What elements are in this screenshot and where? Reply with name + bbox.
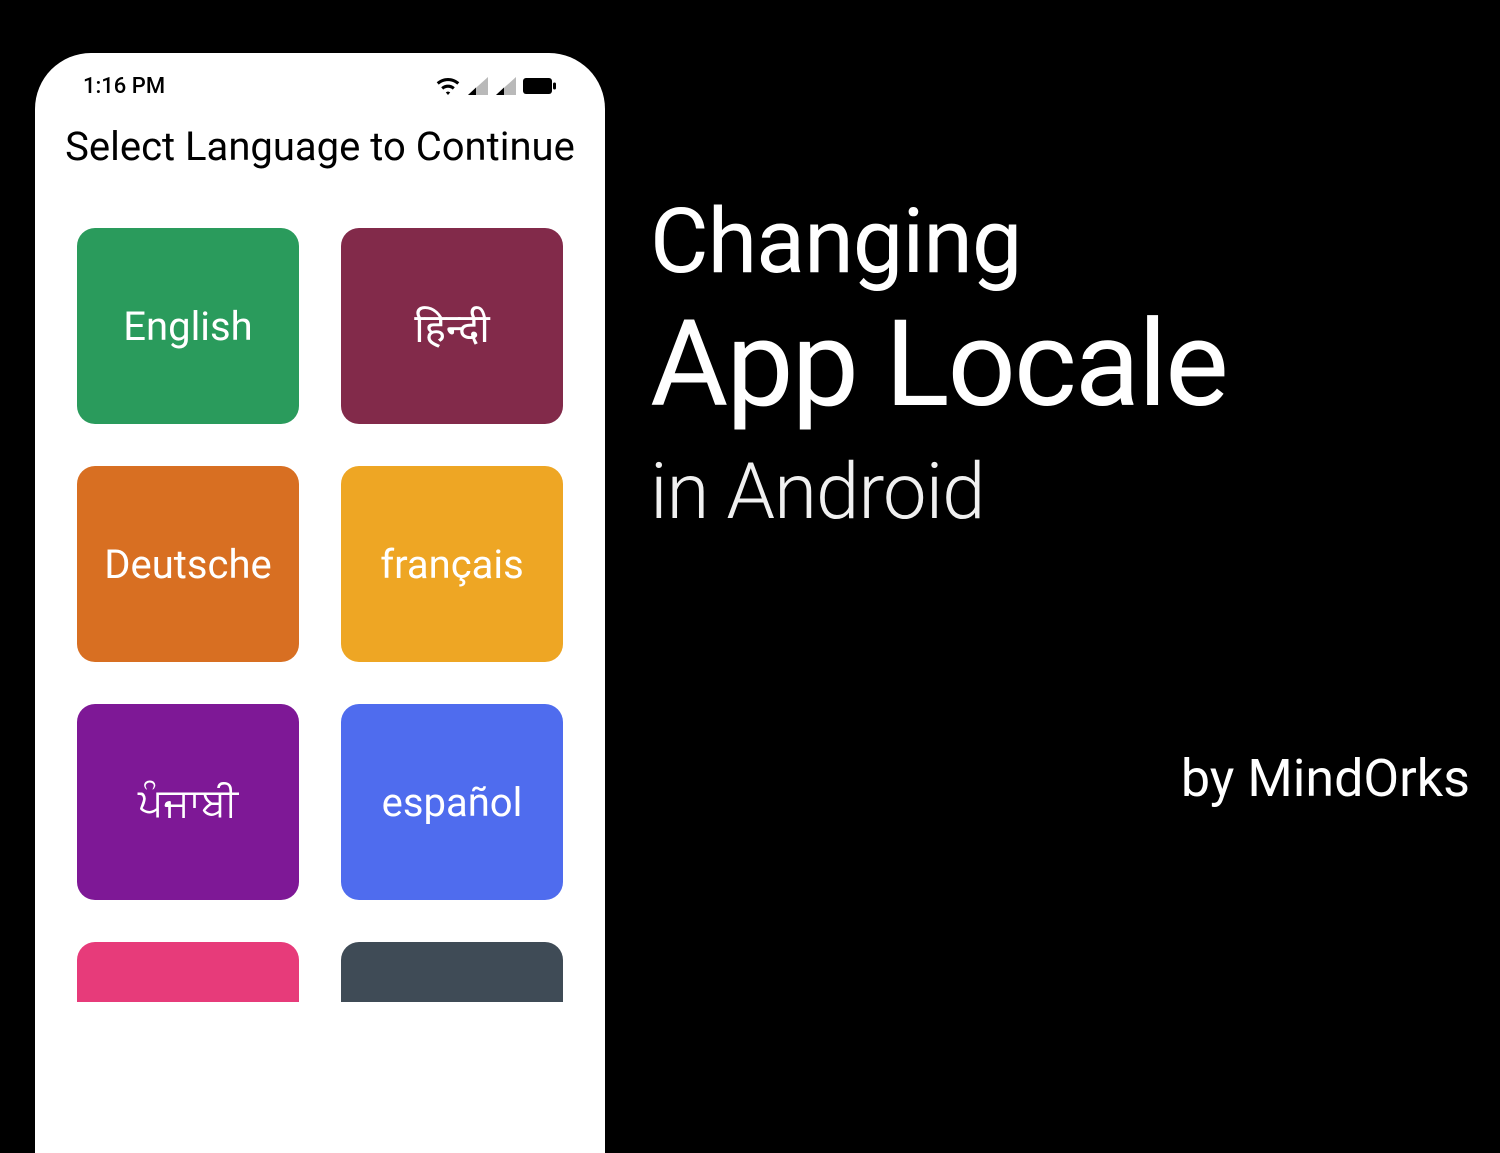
status-time: 1:16 PM (83, 74, 165, 99)
lang-tile-deutsche[interactable]: Deutsche (77, 466, 299, 662)
cellular-icon-1 (467, 76, 489, 96)
language-grid: English हिन्दी Deutsche français ਪੰਜਾਬੀ … (35, 170, 605, 1002)
lang-tile-extra-2[interactable] (341, 942, 563, 1002)
lang-tile-espanol[interactable]: español (341, 704, 563, 900)
status-icons (435, 76, 557, 96)
wifi-icon (435, 76, 461, 96)
headline: Changing App Locale in Android (650, 195, 1227, 539)
headline-line-3: in Android (650, 446, 1227, 540)
cellular-icon-2 (495, 76, 517, 96)
byline: by MindOrks (1181, 748, 1470, 809)
status-bar: 1:16 PM (35, 53, 605, 109)
screen-title: Select Language to Continue (35, 123, 605, 170)
battery-icon (523, 77, 557, 95)
lang-tile-extra-1[interactable] (77, 942, 299, 1002)
lang-tile-punjabi[interactable]: ਪੰਜਾਬੀ (77, 704, 299, 900)
lang-tile-francais[interactable]: français (341, 466, 563, 662)
phone-mockup: 1:16 PM (35, 53, 605, 1153)
headline-line-1: Changing (650, 195, 1227, 290)
lang-tile-hindi[interactable]: हिन्दी (341, 228, 563, 424)
lang-tile-english[interactable]: English (77, 228, 299, 424)
headline-line-2: App Locale (650, 298, 1227, 432)
